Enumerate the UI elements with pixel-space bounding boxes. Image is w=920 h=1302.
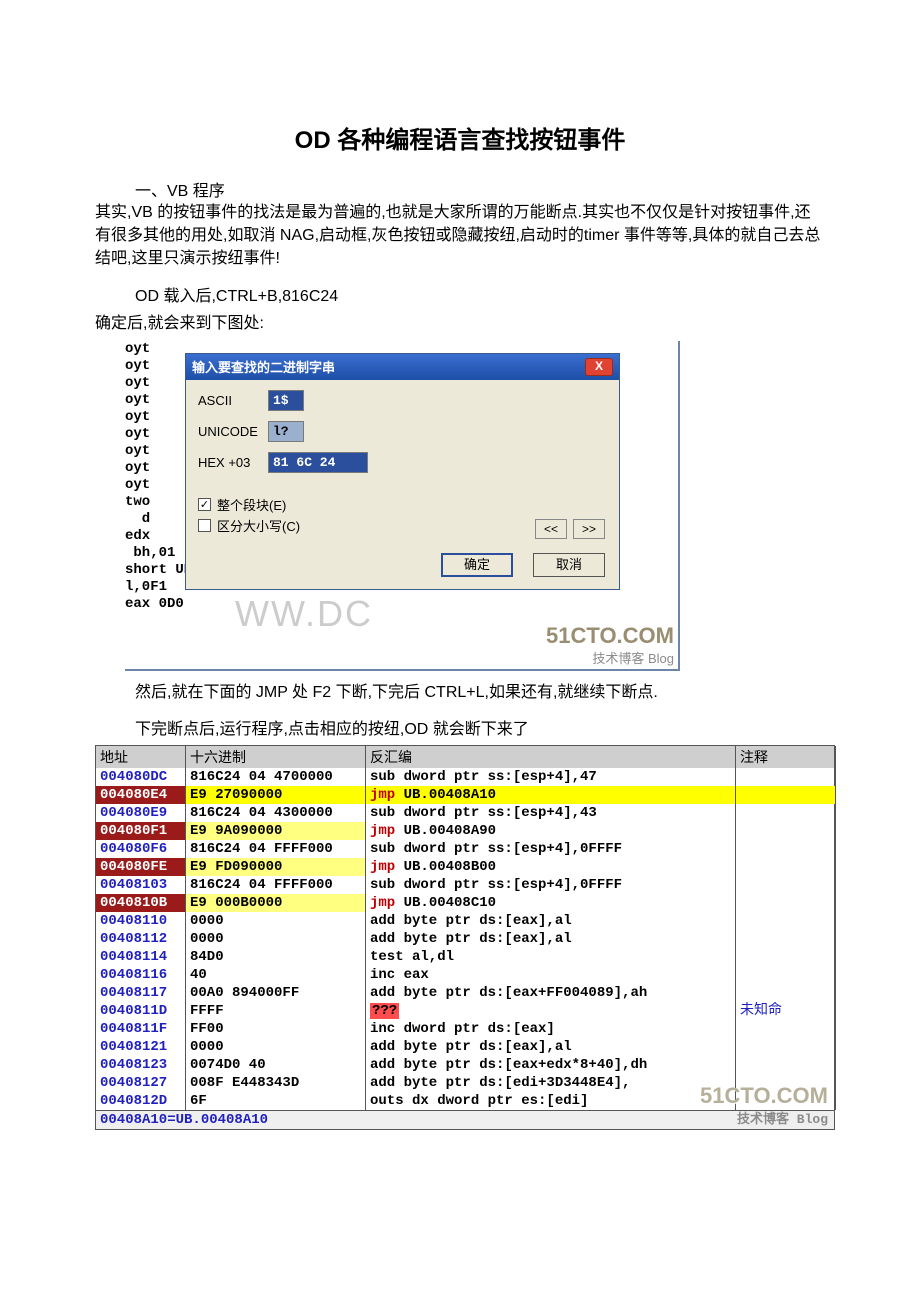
cancel-button[interactable]: 取消 [533, 553, 605, 577]
table-row[interactable]: 004081120000add byte ptr ds:[eax],al [96, 930, 834, 948]
watermark: WW.DC [235, 593, 373, 635]
unicode-input[interactable]: l? [268, 421, 304, 442]
dialog-figure: oyt oyt oyt oyt oyt oyt oyt oyt oyt two … [125, 341, 680, 671]
table-row[interactable]: 0040811484D0test al,dl [96, 948, 834, 966]
table-row[interactable]: 0040811DFFFF???未知命 [96, 1002, 834, 1020]
case-sensitive-label: 区分大小写(C) [217, 516, 300, 535]
search-binary-dialog: 输入要查找的二进制字串 X ASCII 1$ UNICODE l? HEX +0… [185, 353, 620, 590]
table-row[interactable]: 004080DC816C24 04 4700000sub dword ptr s… [96, 768, 834, 786]
status-bar: 00408A10=UB.00408A10 [96, 1110, 834, 1129]
col-addr: 地址 [96, 746, 186, 768]
paragraph-2: OD 载入后,CTRL+B,816C24 [135, 285, 825, 308]
paragraph-4: 然后,就在下面的 JMP 处 F2 下断,下完后 CTRL+L,如果还有,就继续… [135, 681, 825, 704]
dialog-titlebar: 输入要查找的二进制字串 X [186, 354, 619, 380]
table-row[interactable]: 00408127008F E448343Dadd byte ptr ds:[ed… [96, 1074, 834, 1092]
col-hex: 十六进制 [186, 746, 366, 768]
paragraph-3: 确定后,就会来到下图处: [95, 312, 825, 335]
section-heading: 一、VB 程序 [135, 177, 825, 201]
table-row[interactable]: 0040811640inc eax [96, 966, 834, 984]
table-row[interactable]: 004081230074D0 40add byte ptr ds:[eax+ed… [96, 1056, 834, 1074]
col-note: 注释 [736, 746, 836, 768]
table-row[interactable]: 0040810BE9 000B0000jmp UB.00408C10 [96, 894, 834, 912]
close-icon[interactable]: X [585, 358, 613, 376]
hex-label: HEX +03 [198, 455, 268, 470]
table-row[interactable]: 004080E9816C24 04 4300000sub dword ptr s… [96, 804, 834, 822]
whole-block-checkbox[interactable]: ✓ [198, 498, 211, 511]
hex-input[interactable]: 81 6C 24 [268, 452, 368, 473]
table-row[interactable]: 0040811700A0 894000FFadd byte ptr ds:[ea… [96, 984, 834, 1002]
brand-logo: 51CTO.COM [546, 623, 674, 649]
table-header: 地址 十六进制 反汇编 注释 [96, 746, 834, 768]
table-row[interactable]: 004081100000add byte ptr ds:[eax],al [96, 912, 834, 930]
col-dis: 反汇编 [366, 746, 736, 768]
table-row[interactable]: 004080F6816C24 04 FFFF000sub dword ptr s… [96, 840, 834, 858]
dialog-title: 输入要查找的二进制字串 [192, 357, 585, 376]
case-sensitive-checkbox[interactable] [198, 519, 211, 532]
table-row[interactable]: 00408103816C24 04 FFFF000sub dword ptr s… [96, 876, 834, 894]
table-row[interactable]: 0040812D6Fouts dx dword ptr es:[edi] [96, 1092, 834, 1110]
table-row[interactable]: 004080E4E9 27090000jmp UB.00408A10 [96, 786, 834, 804]
unicode-label: UNICODE [198, 424, 268, 439]
ascii-input[interactable]: 1$ [268, 390, 304, 411]
paragraph-1: 其实,VB 的按钮事件的找法是最为普遍的,也就是大家所谓的万能断点.其实也不仅仅… [95, 201, 825, 271]
page-title: OD 各种编程语言查找按钮事件 [95, 120, 825, 155]
next-button[interactable]: >> [573, 519, 605, 539]
table-row[interactable]: 004081210000add byte ptr ds:[eax],al [96, 1038, 834, 1056]
table-row[interactable]: 0040811FFF00inc dword ptr ds:[eax] [96, 1020, 834, 1038]
ascii-label: ASCII [198, 393, 268, 408]
disassembly-table: 地址 十六进制 反汇编 注释 004080DC816C24 04 4700000… [95, 745, 835, 1130]
paragraph-5: 下完断点后,运行程序,点击相应的按纽,OD 就会断下来了 [135, 718, 825, 741]
whole-block-label: 整个段块(E) [217, 495, 286, 514]
ok-button[interactable]: 确定 [441, 553, 513, 577]
prev-button[interactable]: << [535, 519, 567, 539]
table-row[interactable]: 004080FEE9 FD090000jmp UB.00408B00 [96, 858, 834, 876]
brand-sub: 技术博客 Blog [592, 648, 674, 667]
table-row[interactable]: 004080F1E9 9A090000jmp UB.00408A90 [96, 822, 834, 840]
